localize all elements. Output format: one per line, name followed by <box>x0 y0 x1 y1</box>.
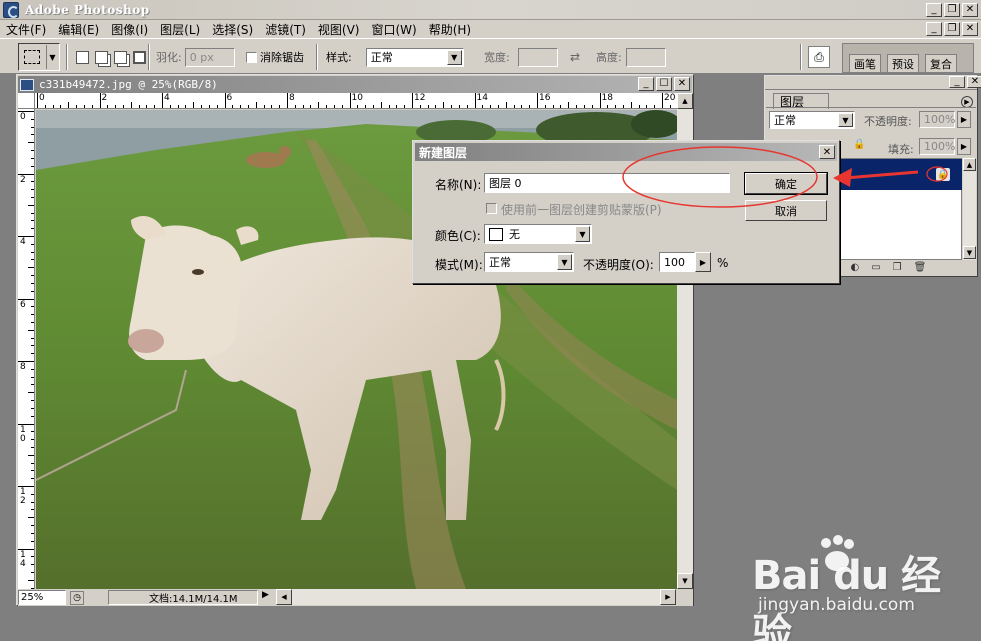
small-red-circle-annotation <box>926 166 948 182</box>
baidu-watermark: Bai du 经验 jingyan.baidu.com <box>752 535 972 641</box>
red-arrow-shaft <box>844 170 919 180</box>
watermark-brand: Bai du 经验 <box>752 553 941 641</box>
red-circle-annotation <box>622 146 818 208</box>
watermark-url: jingyan.baidu.com <box>758 595 915 615</box>
red-arrow-head <box>833 168 852 187</box>
